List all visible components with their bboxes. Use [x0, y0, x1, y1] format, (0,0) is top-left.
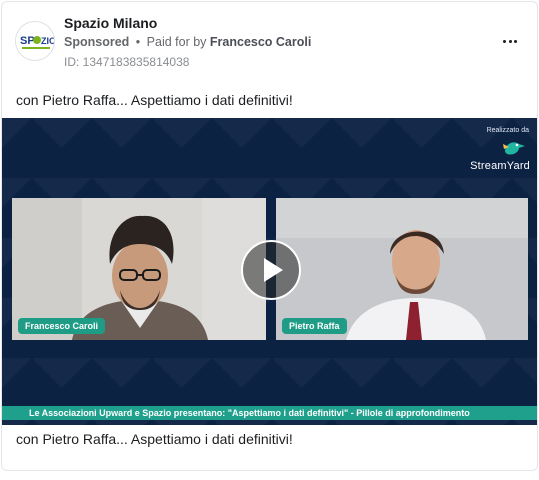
- ad-card: SP ZIO Spazio Milano Sponsored • Paid fo…: [1, 1, 538, 471]
- speaker-feed-left: Francesco Caroli: [12, 198, 266, 340]
- news-ticker: Le Associazioni Upward e Spazio presenta…: [2, 406, 537, 420]
- svg-text:ZIO: ZIO: [41, 36, 55, 46]
- more-dots-icon: [514, 39, 518, 43]
- page-name[interactable]: Spazio Milano: [64, 15, 157, 31]
- ad-id: ID: 1347183835814038: [64, 55, 190, 69]
- speaker-left-name-tag: Francesco Caroli: [18, 318, 106, 334]
- speaker-feed-right: Pietro Raffa: [276, 198, 528, 340]
- streamyard-bird-icon: [503, 142, 525, 155]
- play-button[interactable]: [241, 240, 301, 300]
- spazio-logo-icon: SP ZIO: [16, 22, 55, 60]
- svg-text:SP: SP: [20, 35, 35, 47]
- payer-name[interactable]: Francesco Caroli: [210, 35, 311, 49]
- more-dots-icon: [502, 39, 506, 43]
- speaker-right-name-tag: Pietro Raffa: [282, 318, 347, 334]
- video-caption: con Pietro Raffa... Aspettiamo i dati de…: [16, 431, 293, 447]
- post-body-text: con Pietro Raffa... Aspettiamo i dati de…: [16, 92, 293, 108]
- more-dots-icon: [508, 39, 512, 43]
- realized-by-label: Realizzato da: [486, 127, 529, 134]
- more-options-button[interactable]: [499, 30, 521, 52]
- play-icon: [264, 258, 283, 282]
- separator-dot: •: [135, 35, 141, 49]
- sponsored-label: Sponsored: [64, 35, 130, 49]
- paid-for-label: Paid for by: [146, 35, 207, 49]
- sponsor-line: Sponsored • Paid for by Francesco Caroli: [64, 35, 311, 49]
- video-player[interactable]: Realizzato da StreamYard Francesco Carol: [2, 118, 537, 425]
- streamyard-brand: StreamYard: [470, 160, 530, 172]
- page-avatar[interactable]: SP ZIO: [15, 21, 55, 61]
